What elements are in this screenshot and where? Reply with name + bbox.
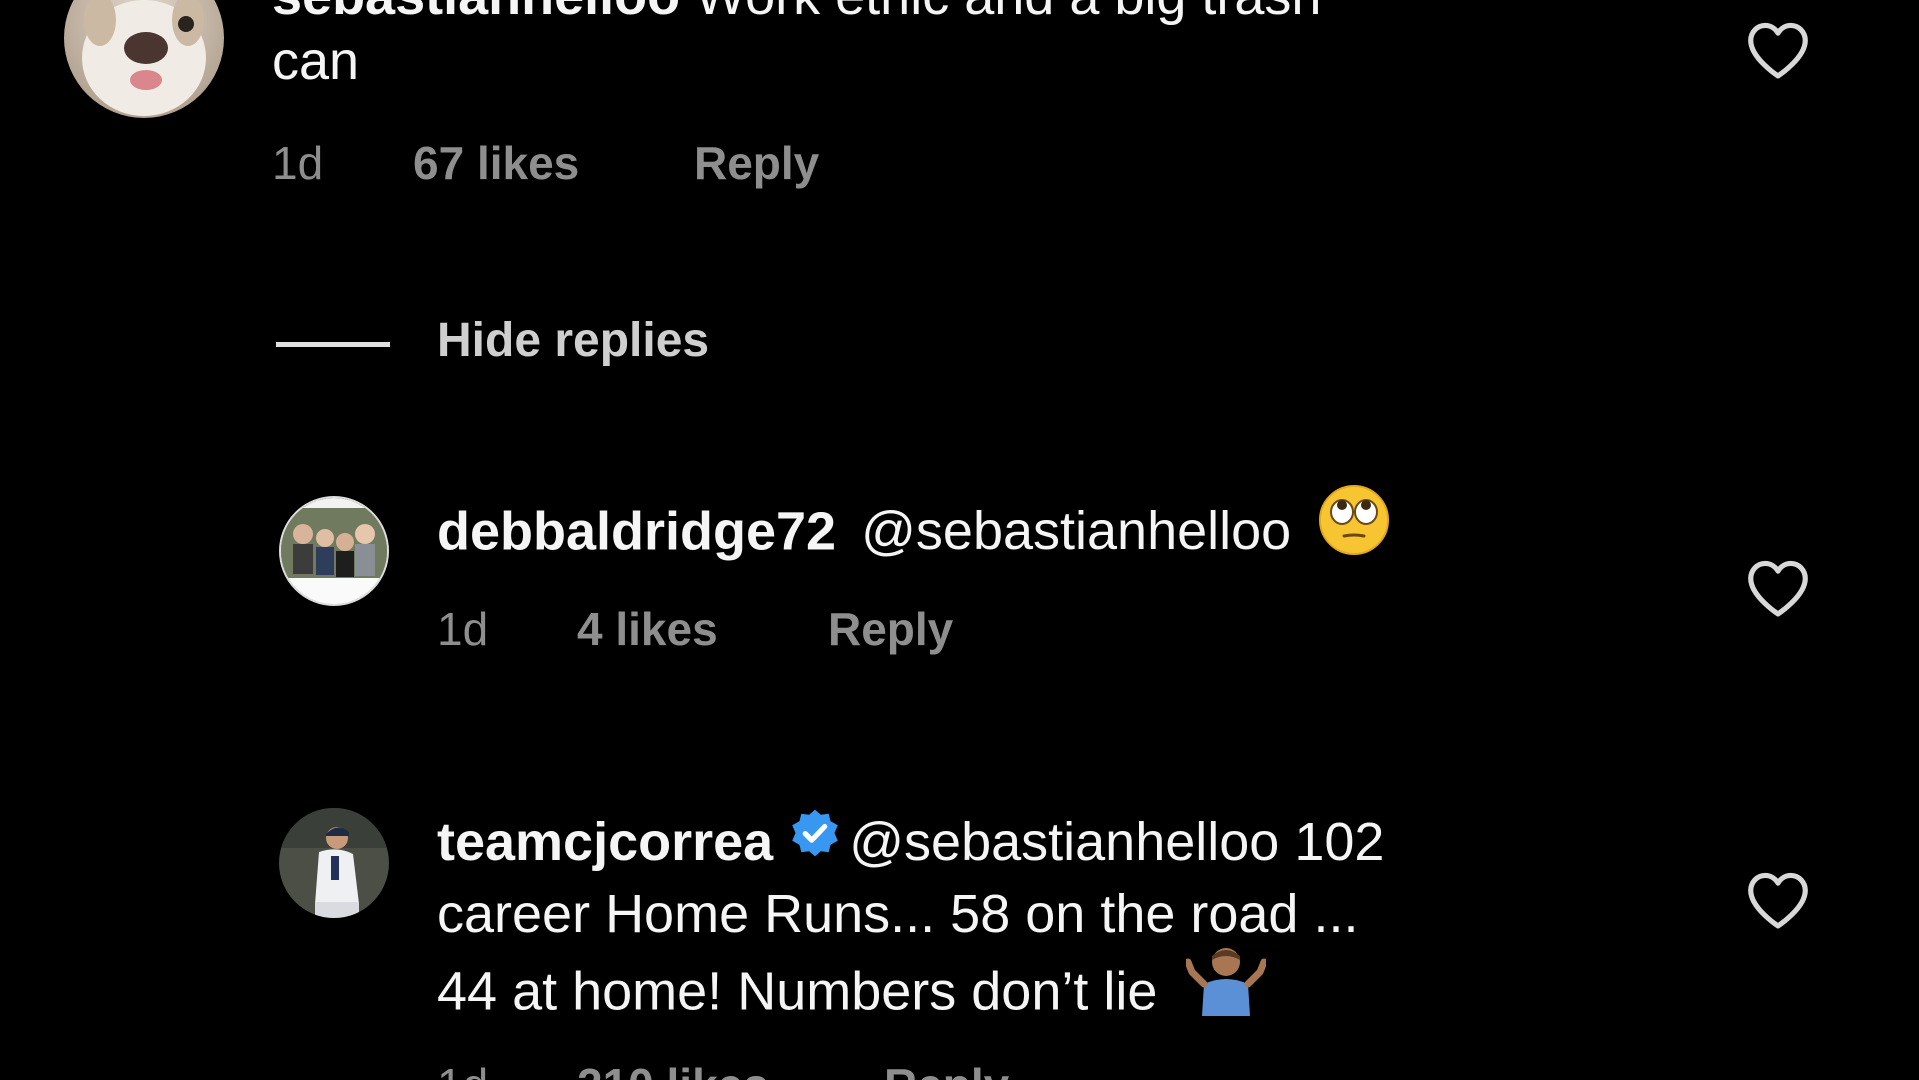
- reply-time: 1d: [437, 603, 489, 655]
- verified-badge-icon: [789, 805, 841, 877]
- reply-body-end: 44 at home! Numbers don’t lie: [437, 961, 1158, 1022]
- face-with-rolling-eyes-icon: [1318, 484, 1390, 574]
- reply-meta: 1d 210 likes Reply: [437, 1058, 1137, 1080]
- like-heart-icon[interactable]: [1745, 870, 1811, 930]
- avatar[interactable]: [279, 496, 389, 606]
- reply-time: 1d: [437, 1058, 488, 1080]
- reply-text: debbaldridge72 @sebastianhelloo: [437, 485, 1390, 580]
- reply-text-line3: 44 at home! Numbers don’t lie: [437, 948, 1268, 1040]
- comment-text-continued: can: [272, 31, 360, 91]
- reply-meta: 1d 4 likes Reply: [437, 602, 1137, 658]
- reply-username[interactable]: debbaldridge72: [437, 501, 836, 561]
- reply-text: teamcjcorrea @sebastianhelloo 102: [437, 806, 1384, 882]
- person-shrugging-icon: [1184, 944, 1268, 1034]
- like-heart-icon[interactable]: [1745, 558, 1811, 618]
- comment-body: Work ethic and a big trash: [695, 0, 1321, 26]
- reply-username[interactable]: teamcjcorrea: [437, 812, 773, 872]
- reply-button[interactable]: Reply: [884, 1058, 1009, 1080]
- comment-meta: 1d 67 likes Reply: [272, 136, 972, 192]
- avatar[interactable]: [64, 0, 224, 118]
- mention-link[interactable]: @sebastianhelloo: [861, 501, 1291, 561]
- hide-replies-button[interactable]: Hide replies: [437, 313, 709, 368]
- reply-likes[interactable]: 210 likes: [577, 1058, 769, 1080]
- avatar[interactable]: [279, 808, 389, 918]
- like-heart-icon[interactable]: [1745, 20, 1811, 80]
- hide-replies-divider: [276, 342, 390, 347]
- reply-button[interactable]: Reply: [694, 136, 819, 190]
- reply-likes[interactable]: 4 likes: [577, 602, 718, 656]
- comment-text: sebastianhelloo Work ethic and a big tra…: [272, 0, 1321, 32]
- reply-text-line2: career Home Runs... 58 on the road ...: [437, 884, 1359, 944]
- comment-username[interactable]: sebastianhelloo: [272, 0, 680, 26]
- comment-time: 1d: [272, 137, 324, 189]
- reply-body: @sebastianhelloo 102: [849, 812, 1385, 872]
- comment-likes[interactable]: 67 likes: [413, 136, 579, 190]
- reply-button[interactable]: Reply: [828, 602, 953, 656]
